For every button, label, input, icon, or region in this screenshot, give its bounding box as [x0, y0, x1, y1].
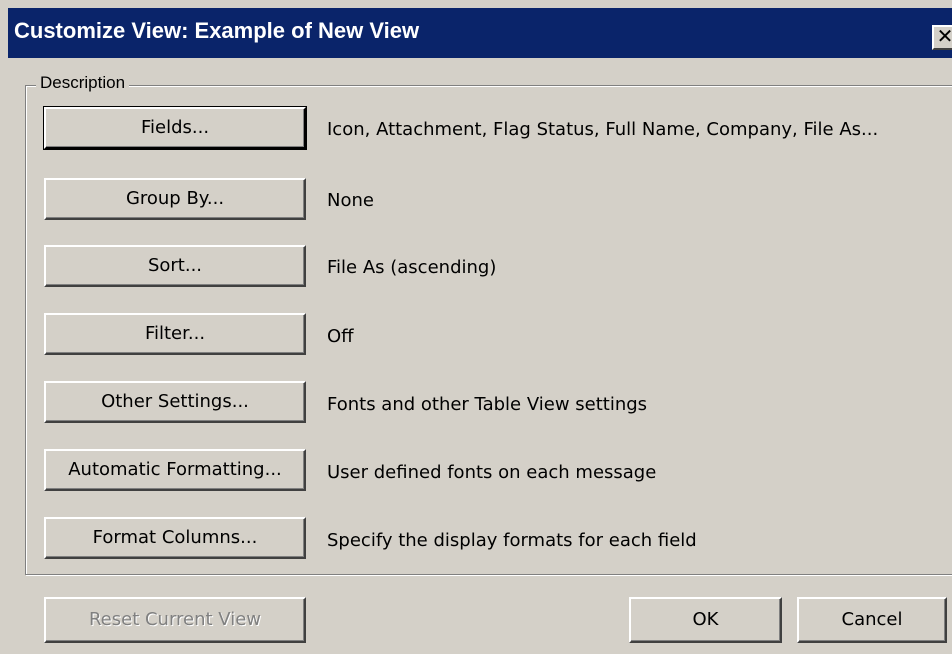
filter-value: Off: [327, 326, 354, 347]
automatic-formatting-value: User defined fonts on each message: [327, 462, 657, 483]
group-by-value: None: [327, 190, 374, 211]
title-bar[interactable]: Customize View: Example of New View ✕: [8, 8, 952, 58]
filter-button[interactable]: Filter...: [44, 313, 306, 355]
automatic-formatting-button[interactable]: Automatic Formatting...: [44, 449, 306, 491]
fields-button[interactable]: Fields...: [43, 106, 307, 150]
format-columns-button[interactable]: Format Columns...: [44, 517, 306, 559]
window-title: Customize View: Example of New View: [14, 18, 420, 43]
customize-view-dialog: Customize View: Example of New View ✕ De…: [0, 0, 952, 654]
reset-current-view-button: Reset Current View: [44, 597, 306, 643]
description-group-label: Description: [36, 73, 130, 93]
close-glyph: ✕: [936, 26, 952, 48]
group-by-button[interactable]: Group By...: [44, 178, 306, 220]
other-settings-value: Fonts and other Table View settings: [327, 394, 648, 415]
close-icon[interactable]: ✕: [932, 25, 952, 50]
format-columns-value: Specify the display formats for each fie…: [327, 530, 697, 551]
other-settings-button[interactable]: Other Settings...: [44, 381, 306, 423]
sort-button[interactable]: Sort...: [44, 245, 306, 287]
fields-value: Icon, Attachment, Flag Status, Full Name…: [327, 119, 879, 140]
ok-button[interactable]: OK: [629, 597, 782, 643]
sort-value: File As (ascending): [327, 257, 497, 278]
cancel-button[interactable]: Cancel: [797, 597, 947, 643]
